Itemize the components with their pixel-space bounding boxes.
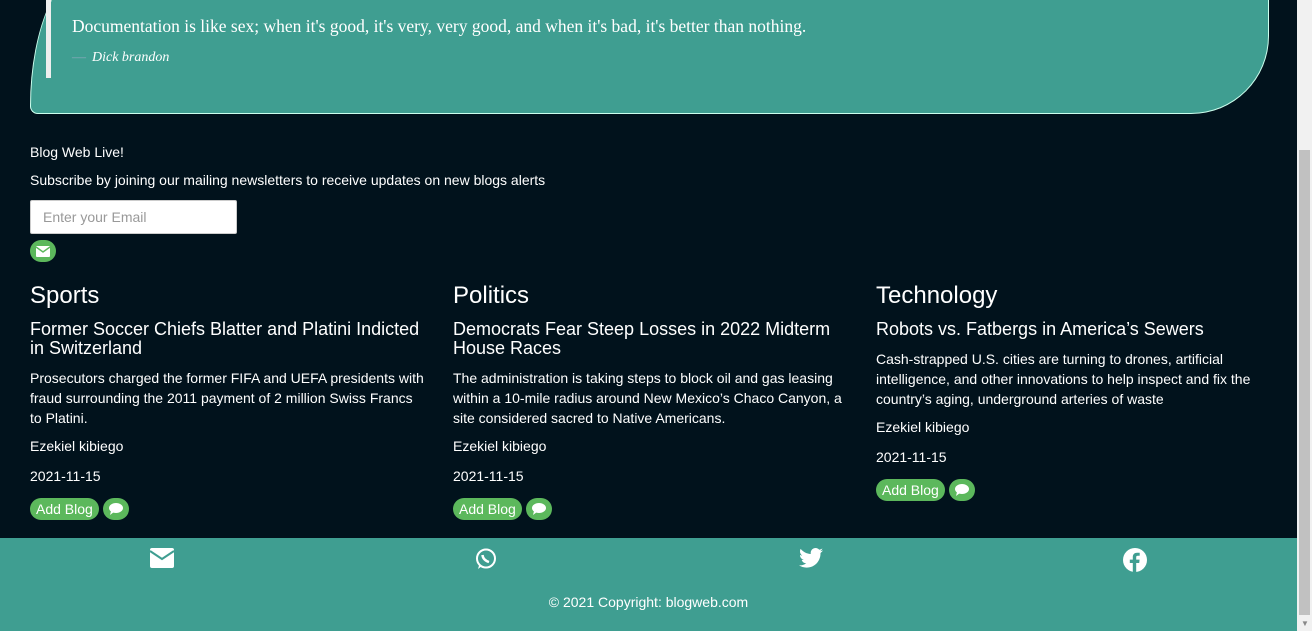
subscribe-button[interactable] [30,240,56,262]
comment-button[interactable] [102,498,129,520]
comment-icon [531,503,546,515]
article-summary: The administration is taking steps to bl… [453,370,842,426]
envelope-icon[interactable] [150,548,175,568]
category-heading: Sports [30,282,100,309]
footer: © 2021 Copyright: blogweb.com [0,538,1297,631]
add-blog-button[interactable]: Add Blog [30,498,99,520]
quote-author-name: Dick brandon [92,50,170,65]
article-summary: Prosecutors charged the former FIFA and … [30,370,424,426]
comment-icon [108,503,123,515]
quote-dash: — [72,50,86,65]
comment-button[interactable] [948,479,975,501]
email-input[interactable] [30,200,237,234]
scroll-down-arrow-icon[interactable]: ▼ [1301,619,1309,628]
quote-block: Documentation is like sex; when it's goo… [30,0,1269,114]
whatsapp-icon[interactable] [475,548,497,570]
comment-icon [954,484,969,496]
article-author: Ezekiel kibiego [453,438,547,454]
category-heading: Technology [876,282,998,309]
article-title: Democrats Fear Steep Losses in 2022 Midt… [453,319,831,358]
quote-bar [46,0,51,78]
article-author: Ezekiel kibiego [876,419,970,435]
category-column-politics: Politics Democrats Fear Steep Losses in … [453,282,848,520]
article-summary: Cash-strapped U.S. cities are turning to… [876,351,1251,407]
category-column-sports: Sports Former Soccer Chiefs Blatter and … [30,282,425,520]
article-date: 2021-11-15 [30,468,101,484]
copyright: © 2021 Copyright: blogweb.com [548,594,749,610]
twitter-icon[interactable] [798,548,823,568]
social-links [0,548,1297,572]
facebook-icon[interactable] [1122,548,1147,572]
category-heading: Politics [453,282,530,309]
newsletter-subtitle: Subscribe by joining our mailing newslet… [30,172,546,188]
article-date: 2021-11-15 [453,468,524,484]
comment-button[interactable] [525,498,552,520]
scrollbar[interactable]: ▼ [1297,0,1312,631]
scrollbar-thumb[interactable] [1299,150,1310,615]
add-blog-button[interactable]: Add Blog [453,498,522,520]
envelope-icon [36,245,50,257]
quote-author: — Dick brandon [72,50,169,66]
category-column-technology: Technology Robots vs. Fatbergs in Americ… [876,282,1271,501]
add-blog-button[interactable]: Add Blog [876,479,945,501]
page: Documentation is like sex; when it's goo… [0,0,1297,631]
article-author: Ezekiel kibiego [30,438,124,454]
article-date: 2021-11-15 [876,449,947,465]
quote-text: Documentation is like sex; when it's goo… [72,16,807,36]
article-title: Former Soccer Chiefs Blatter and Platini… [30,319,420,358]
article-title: Robots vs. Fatbergs in America’s Sewers [876,319,1204,339]
newsletter-title: Blog Web Live! [30,144,124,160]
